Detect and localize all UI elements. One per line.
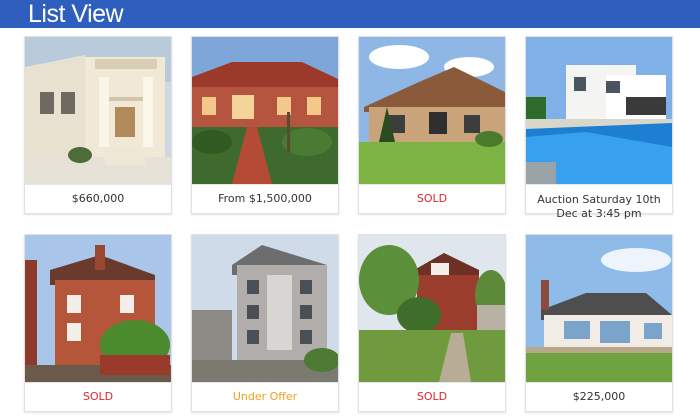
listing-price: SOLD bbox=[416, 390, 448, 403]
listing-price: $225,000 bbox=[572, 390, 626, 403]
list-view-header: List View bbox=[0, 0, 700, 28]
listing-photo[interactable] bbox=[526, 37, 672, 185]
listing-card[interactable]: SOLD bbox=[358, 234, 506, 412]
listing-card[interactable]: $660,000 bbox=[24, 36, 172, 214]
listing-card[interactable]: SOLD bbox=[358, 36, 506, 214]
listing-card[interactable]: $225,000 bbox=[525, 234, 673, 412]
listing-price: $660,000 bbox=[71, 192, 125, 205]
page-title: List View bbox=[28, 0, 124, 28]
listing-card[interactable]: From $1,500,000 bbox=[191, 36, 339, 214]
listing-card[interactable]: Under Offer bbox=[191, 234, 339, 412]
listing-photo[interactable] bbox=[192, 235, 338, 383]
listing-card[interactable]: SOLD bbox=[24, 234, 172, 412]
listing-photo[interactable] bbox=[359, 37, 505, 185]
listing-photo[interactable] bbox=[25, 37, 171, 185]
listing-price: Under Offer bbox=[232, 390, 298, 403]
listing-price: SOLD bbox=[416, 192, 448, 205]
listing-card[interactable]: Auction Saturday 10th Dec at 3:45 pm bbox=[525, 36, 673, 220]
listing-photo[interactable] bbox=[25, 235, 171, 383]
listing-photo[interactable] bbox=[359, 235, 505, 383]
listing-photo[interactable] bbox=[192, 37, 338, 185]
listing-price: SOLD bbox=[82, 390, 114, 403]
listing-price: Auction Saturday 10th Dec at 3:45 pm bbox=[537, 193, 661, 220]
listing-photo[interactable] bbox=[526, 235, 672, 383]
listing-price: From $1,500,000 bbox=[218, 192, 312, 205]
